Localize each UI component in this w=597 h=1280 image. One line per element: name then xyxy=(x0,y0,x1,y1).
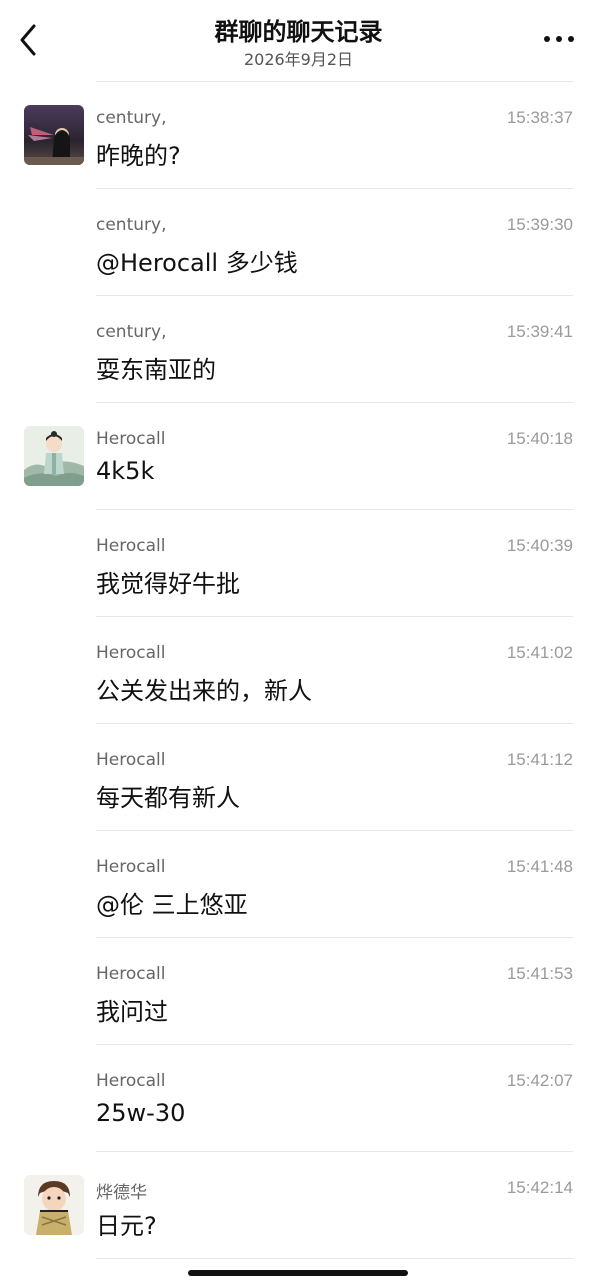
message-row[interactable]: Herocall 15:40:18 4k5k xyxy=(0,403,597,510)
message-text: @Herocall 多少钱 xyxy=(96,249,298,277)
message-row[interactable]: century, 15:39:30 @Herocall 多少钱 xyxy=(0,189,597,296)
message-text: 我问过 xyxy=(96,998,168,1026)
sender-name: Herocall xyxy=(96,857,166,877)
message-time: 15:40:39 xyxy=(506,536,573,555)
message-text: 耍东南亚的 xyxy=(96,356,216,384)
message-time: 15:41:12 xyxy=(506,750,573,769)
avatar-century[interactable] xyxy=(24,105,84,165)
sender-name: Herocall xyxy=(96,964,166,984)
page-title: 群聊的聊天记录 xyxy=(214,18,383,46)
message-time: 15:38:37 xyxy=(506,108,573,127)
message-row[interactable]: century, 15:38:37 昨晚的? xyxy=(0,82,597,189)
sender-name: 烨德华 xyxy=(96,1183,147,1203)
sender-name: century, xyxy=(96,108,167,128)
more-button[interactable] xyxy=(537,22,581,56)
message-row[interactable]: 烨德华 15:42:14 日元? xyxy=(0,1152,597,1259)
sender-name: century, xyxy=(96,322,167,342)
message-time: 15:39:41 xyxy=(506,322,573,341)
sender-name: century, xyxy=(96,215,167,235)
message-row[interactable]: Herocall 15:40:39 我觉得好牛批 xyxy=(0,510,597,617)
message-row[interactable]: Herocall 15:41:12 每天都有新人 xyxy=(0,724,597,831)
row-divider xyxy=(96,1258,573,1259)
message-row[interactable]: Herocall 15:41:02 公关发出来的，新人 xyxy=(0,617,597,724)
message-text: 每天都有新人 xyxy=(96,784,240,812)
message-text: 4k5k xyxy=(96,457,155,485)
message-text: 我觉得好牛批 xyxy=(96,570,240,598)
message-text: @伦 三上悠亚 xyxy=(96,891,248,919)
message-time: 15:41:53 xyxy=(506,964,573,983)
sender-name: Herocall xyxy=(96,750,166,770)
message-row[interactable]: Herocall 15:41:48 @伦 三上悠亚 xyxy=(0,831,597,938)
avatar-herocall[interactable] xyxy=(24,426,84,486)
sender-name: Herocall xyxy=(96,1071,166,1091)
sender-name: Herocall xyxy=(96,429,166,449)
message-time: 15:42:14 xyxy=(506,1178,573,1197)
page-date: 2026年9月2日 xyxy=(243,50,354,69)
message-text: 昨晚的? xyxy=(96,142,181,170)
message-time: 15:40:18 xyxy=(506,429,573,448)
message-list: century, 15:38:37 昨晚的? century, 15:39:30… xyxy=(0,82,597,1259)
message-row[interactable]: century, 15:39:41 耍东南亚的 xyxy=(0,296,597,403)
message-time: 15:39:30 xyxy=(506,215,573,234)
message-row[interactable]: Herocall 15:41:53 我问过 xyxy=(0,938,597,1045)
message-text: 日元? xyxy=(96,1212,157,1240)
header-bar: 群聊的聊天记录 2026年9月2日 xyxy=(0,0,597,80)
message-time: 15:41:02 xyxy=(506,643,573,662)
avatar-yedehua[interactable] xyxy=(24,1175,84,1235)
more-dots-icon xyxy=(544,36,574,42)
home-indicator[interactable] xyxy=(188,1270,408,1276)
message-time: 15:42:07 xyxy=(506,1071,573,1090)
message-row[interactable]: Herocall 15:42:07 25w-30 xyxy=(0,1045,597,1152)
sender-name: Herocall xyxy=(96,643,166,663)
sender-name: Herocall xyxy=(96,536,166,556)
message-text: 25w-30 xyxy=(96,1099,186,1127)
message-time: 15:41:48 xyxy=(506,857,573,876)
message-text: 公关发出来的，新人 xyxy=(96,677,312,705)
